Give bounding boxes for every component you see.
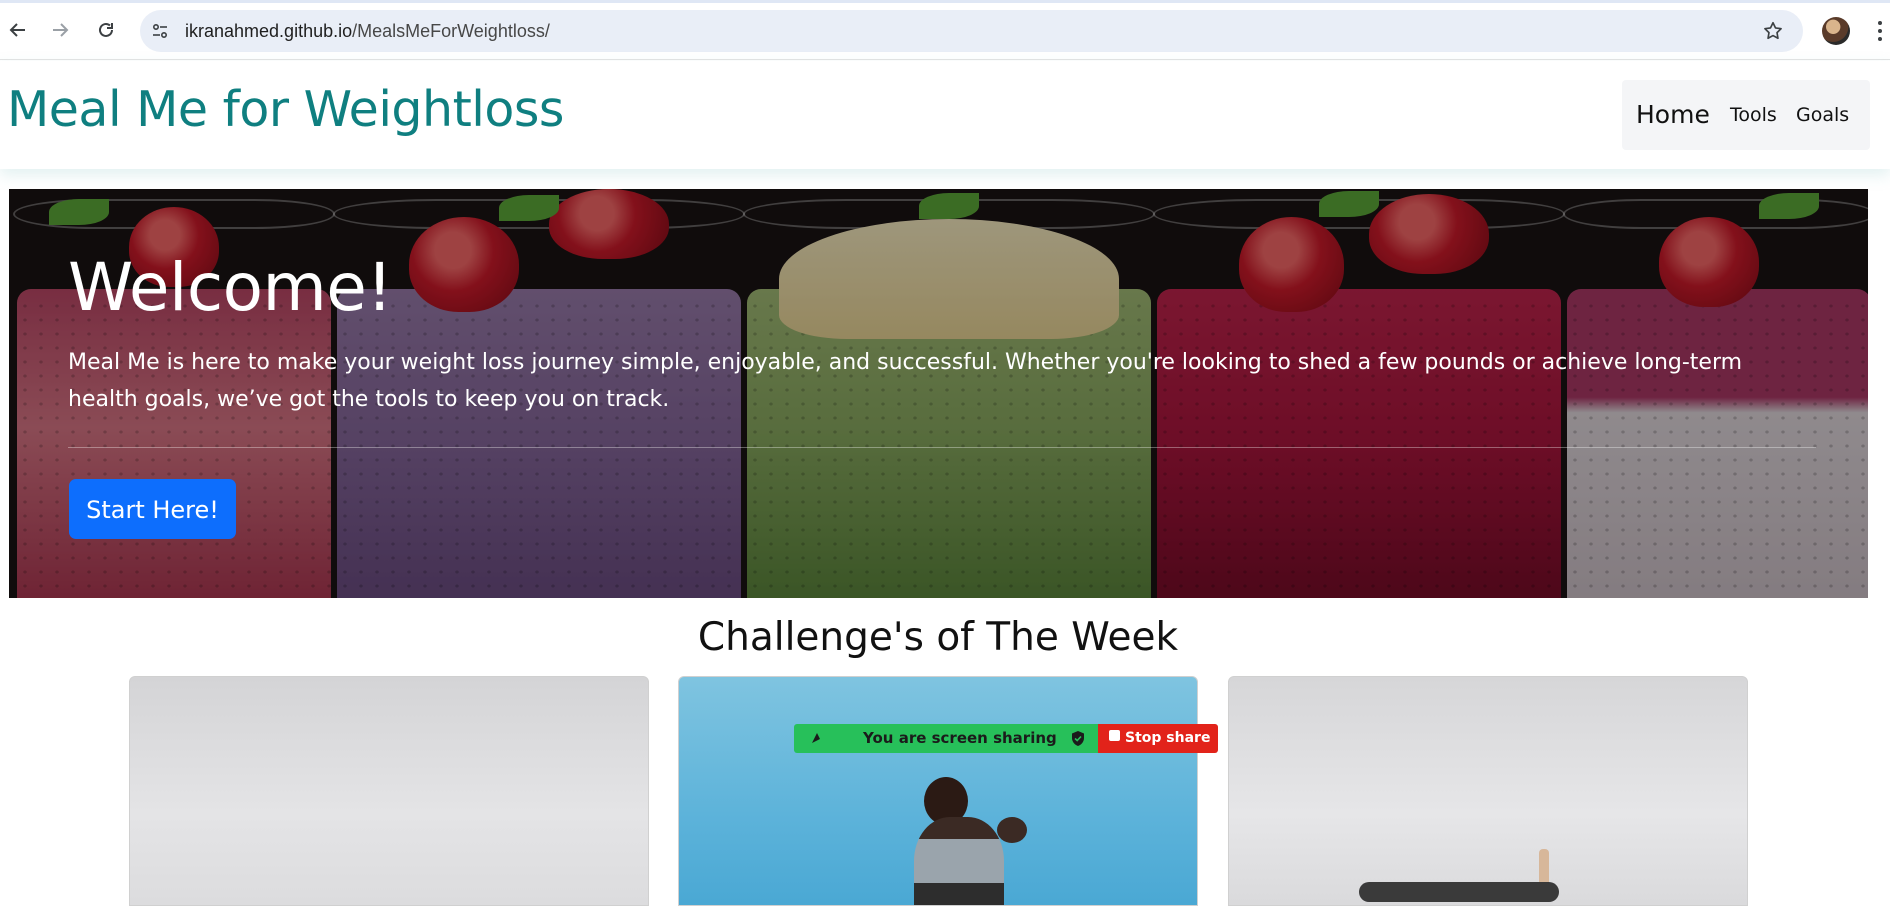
site-info-icon[interactable] xyxy=(148,19,172,43)
profile-avatar[interactable] xyxy=(1822,17,1850,45)
tab-strip xyxy=(0,0,1890,3)
challenge-card-image[interactable] xyxy=(129,676,649,906)
stop-share-label: Stop share xyxy=(1125,730,1211,746)
hero-text: Meal Me is here to make your weight loss… xyxy=(68,350,1743,412)
arrow-left-icon xyxy=(9,23,25,37)
forward-button[interactable] xyxy=(44,14,76,46)
nav-link-tools[interactable]: Tools xyxy=(1730,80,1777,150)
site-brand[interactable]: Meal Me for Weightloss xyxy=(7,81,564,138)
star-icon[interactable] xyxy=(1760,18,1786,44)
challenges-title: Challenge's of The Week xyxy=(697,615,1179,660)
drag-handle-icon[interactable] xyxy=(808,730,824,746)
hero-banner: Welcome! Meal Me is here to make your we… xyxy=(9,189,1868,598)
reload-button[interactable] xyxy=(90,14,122,46)
arrow-right-icon xyxy=(53,23,69,37)
hero-title: Welcome! xyxy=(68,249,393,326)
start-here-button[interactable]: Start Here! xyxy=(69,479,236,539)
stop-icon xyxy=(1109,730,1120,741)
stop-share-button[interactable]: Stop share xyxy=(1098,724,1218,753)
hero-divider xyxy=(68,447,1816,448)
site-navbar: Meal Me for Weightloss xyxy=(0,61,1890,169)
nav-link-goals[interactable]: Goals xyxy=(1796,80,1849,150)
reload-icon xyxy=(99,22,113,37)
shield-icon xyxy=(1072,731,1084,746)
nav-link-home[interactable]: Home xyxy=(1636,80,1710,150)
url-path: /MealsMeForWeightloss/ xyxy=(352,21,550,41)
back-button[interactable] xyxy=(2,14,34,46)
nav-links: Home Tools Goals xyxy=(1622,80,1870,150)
browser-toolbar: ikranahmed.github.io/MealsMeForWeightlos… xyxy=(0,0,1890,60)
more-vert-icon[interactable] xyxy=(1872,16,1888,46)
screen-share-label: You are screen sharing xyxy=(863,729,1057,747)
screen-share-bar[interactable]: You are screen sharing xyxy=(794,724,1098,753)
challenge-card-image[interactable] xyxy=(1228,676,1748,906)
challenge-card-image[interactable] xyxy=(678,676,1198,906)
url-text[interactable]: ikranahmed.github.io/MealsMeForWeightlos… xyxy=(185,20,550,42)
url-host: ikranahmed.github.io xyxy=(185,21,353,41)
